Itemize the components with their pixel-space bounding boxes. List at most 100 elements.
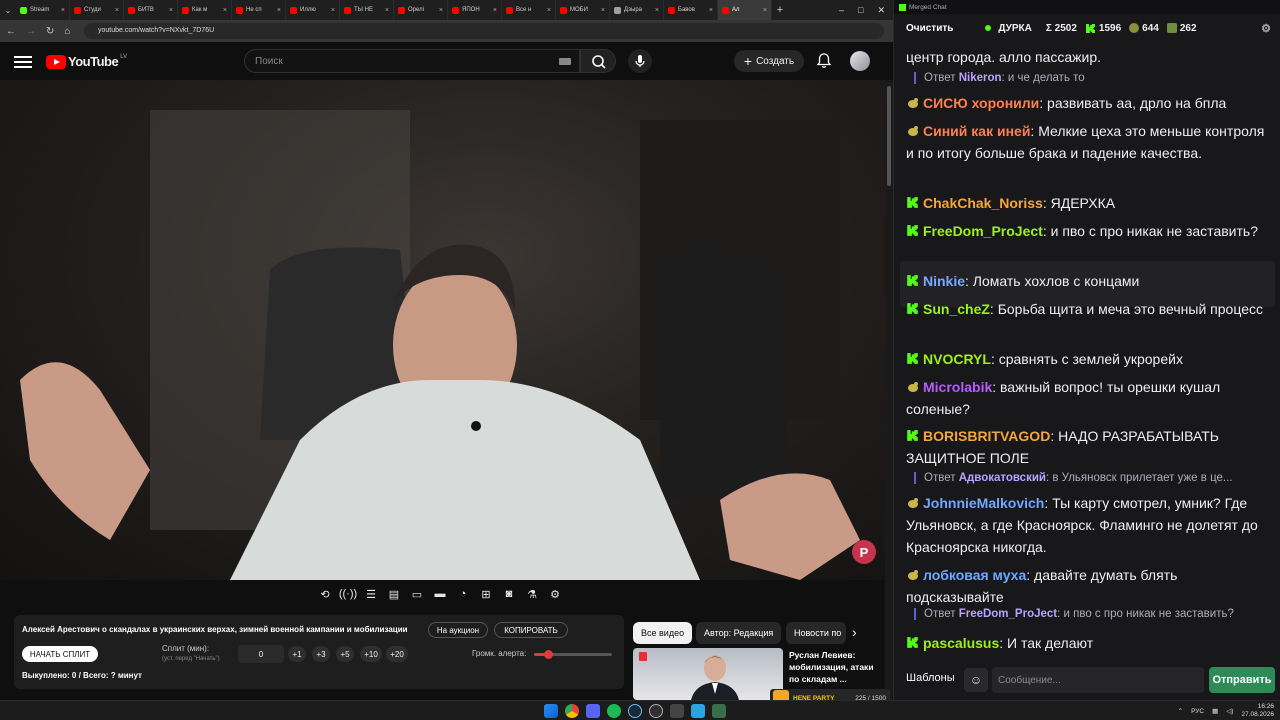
reply-username[interactable]: Nikeron: [959, 72, 1002, 84]
chrome-icon[interactable]: [565, 704, 579, 718]
scrollbar-thumb[interactable]: [887, 86, 891, 186]
broadcast-icon[interactable]: ((·)): [339, 585, 357, 603]
minimize-button[interactable]: –: [839, 5, 844, 16]
chip-news[interactable]: Новости по: [786, 622, 846, 644]
language-indicator[interactable]: РУС: [1191, 708, 1204, 715]
templates-button[interactable]: Шаблоны: [906, 672, 955, 684]
copy-button[interactable]: КОПИРОВАТЬ: [494, 622, 568, 638]
tab-close-icon[interactable]: ×: [331, 7, 335, 14]
maximize-button[interactable]: □: [858, 5, 863, 16]
split-increment-button[interactable]: +10: [360, 646, 382, 662]
chat-username[interactable]: Sun_cheZ: [923, 301, 990, 317]
chat-username[interactable]: FreeDom_ProJect: [923, 223, 1043, 239]
chevron-up-icon[interactable]: ⌃: [1178, 707, 1183, 715]
tab-close-icon[interactable]: ×: [223, 7, 227, 14]
chat-feed[interactable]: центр города. алло пассажир. Ответ Niker…: [894, 42, 1280, 660]
chat-username[interactable]: лобковая муха: [923, 567, 1026, 583]
tab-close-icon[interactable]: ×: [385, 7, 389, 14]
search-button[interactable]: [580, 49, 616, 73]
telegram-icon[interactable]: [691, 704, 705, 718]
url-field[interactable]: youtube.com/watch?v=NXvkt_7D76U: [84, 23, 884, 39]
theater-icon[interactable]: ▬: [431, 585, 449, 603]
loop-icon[interactable]: ⟲: [316, 585, 334, 603]
tab-close-icon[interactable]: ×: [493, 7, 497, 14]
chip-author[interactable]: Автор: Редакция: [696, 622, 782, 644]
browser-tab[interactable]: Stream ×: [16, 0, 70, 20]
clock[interactable]: 16:26 27.08.2026: [1241, 703, 1274, 719]
screen-icon[interactable]: ▭: [408, 585, 426, 603]
chat-username[interactable]: Ninkie: [923, 273, 965, 289]
split-minutes-input[interactable]: 0: [238, 645, 284, 663]
chip-next-chevron-icon[interactable]: ›: [852, 624, 857, 640]
emoji-icon[interactable]: ☺: [964, 668, 988, 692]
chat-username[interactable]: Microlabik: [923, 379, 992, 395]
start-split-button[interactable]: НАЧАТЬ СПЛИТ: [22, 646, 98, 662]
auction-button[interactable]: На аукцион: [428, 622, 488, 638]
message-input[interactable]: [992, 667, 1204, 693]
alert-volume-knob[interactable]: [544, 650, 554, 659]
video-player[interactable]: P: [0, 80, 885, 580]
browser-tab[interactable]: МОБИ ×: [556, 0, 610, 20]
browser-tab[interactable]: Орелі ×: [394, 0, 448, 20]
browser-tab[interactable]: Ал ×: [718, 0, 772, 20]
chat-username[interactable]: BORISBRITVAGOD: [923, 428, 1050, 444]
new-tab-button[interactable]: +: [772, 4, 788, 16]
split-increment-button[interactable]: +20: [386, 646, 408, 662]
browser-tab[interactable]: Иллю ×: [286, 0, 340, 20]
chat-username[interactable]: ChakChak_Noriss: [923, 195, 1043, 211]
chat-username[interactable]: pascalusus: [923, 635, 999, 651]
tab-close-icon[interactable]: ×: [277, 7, 281, 14]
windows-start-icon[interactable]: [544, 704, 558, 718]
discord-icon[interactable]: [586, 704, 600, 718]
tab-close-icon[interactable]: ×: [655, 7, 659, 14]
back-icon[interactable]: ←: [6, 26, 16, 37]
search-input[interactable]: [245, 50, 579, 72]
split-increment-button[interactable]: +5: [336, 646, 354, 662]
obs-icon[interactable]: [649, 704, 663, 718]
chat-username[interactable]: Синий как иней: [923, 123, 1030, 139]
steam-icon[interactable]: [628, 704, 642, 718]
browser-tab[interactable]: БИТВ ×: [124, 0, 178, 20]
tab-close-icon[interactable]: ×: [547, 7, 551, 14]
chat-settings-gear-icon[interactable]: ⚙: [1261, 22, 1271, 35]
chat-username[interactable]: NVOCRYL: [923, 351, 991, 367]
browser-tab[interactable]: Студи ×: [70, 0, 124, 20]
youtube-logo[interactable]: YouTube LV: [46, 54, 127, 69]
spotify-icon[interactable]: [607, 704, 621, 718]
account-avatar[interactable]: [850, 51, 870, 71]
tab-close-icon[interactable]: ×: [115, 7, 119, 14]
close-window-button[interactable]: ✕: [877, 5, 885, 16]
notifications-bell-icon[interactable]: [815, 52, 833, 70]
browser-tab[interactable]: Дзыра ×: [610, 0, 664, 20]
tab-close-icon[interactable]: ×: [763, 7, 767, 14]
home-icon[interactable]: ⌂: [64, 26, 70, 37]
browser-tab[interactable]: ТЫ НЕ ×: [340, 0, 394, 20]
playlist-icon[interactable]: ☰: [362, 585, 380, 603]
add-box-icon[interactable]: ⊞: [477, 585, 495, 603]
tab-search-button[interactable]: ⌄: [0, 0, 16, 20]
keyboard-icon[interactable]: [559, 58, 571, 65]
send-button[interactable]: Отправить: [1209, 667, 1275, 693]
forward-icon[interactable]: →: [26, 26, 36, 37]
clapper-icon[interactable]: ▤: [385, 585, 403, 603]
split-increment-button[interactable]: +3: [312, 646, 330, 662]
recommended-thumbnail[interactable]: [633, 648, 783, 700]
flask-icon[interactable]: ⚗: [523, 585, 541, 603]
split-increment-button[interactable]: +1: [288, 646, 306, 662]
reply-username[interactable]: FreeDom_ProJect: [959, 608, 1057, 620]
camera-icon[interactable]: ◙: [500, 585, 518, 603]
browser-tab[interactable]: Все н ×: [502, 0, 556, 20]
reload-icon[interactable]: ↻: [46, 26, 54, 37]
voice-search-button[interactable]: [628, 49, 652, 73]
app-icon[interactable]: [712, 704, 726, 718]
browser-tab[interactable]: ЯПОН ×: [448, 0, 502, 20]
tab-close-icon[interactable]: ×: [439, 7, 443, 14]
network-icon[interactable]: ▦: [1212, 707, 1218, 715]
create-button[interactable]: + Создать: [734, 50, 804, 72]
page-scrollbar[interactable]: [885, 80, 893, 700]
speed-icon[interactable]: ◔: [454, 585, 472, 603]
reply-username[interactable]: Адвокатовский: [959, 472, 1046, 484]
browser-tab[interactable]: Бавов ×: [664, 0, 718, 20]
tab-close-icon[interactable]: ×: [709, 7, 713, 14]
volume-icon[interactable]: ◁): [1226, 707, 1233, 715]
